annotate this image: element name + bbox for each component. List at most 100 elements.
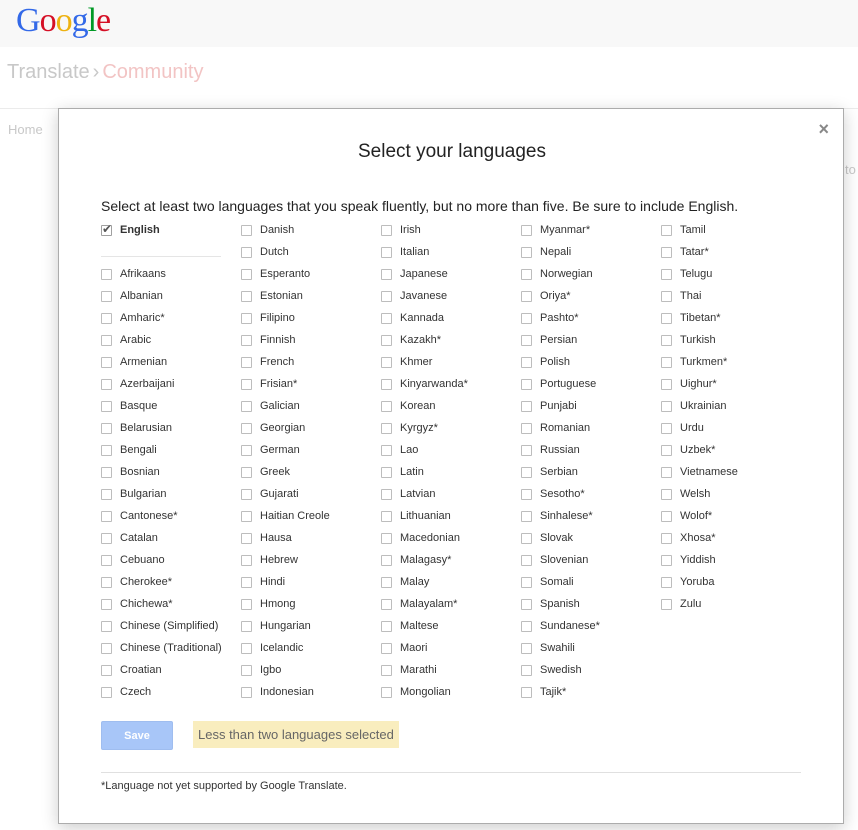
language-checkbox[interactable] [381,532,392,544]
language-checkbox[interactable] [521,312,532,324]
language-option[interactable]: Kazakh* [381,332,441,348]
language-option[interactable]: Irish [381,222,421,238]
language-checkbox[interactable] [101,488,112,500]
language-checkbox[interactable] [101,510,112,522]
language-option[interactable]: Esperanto [241,266,310,282]
language-checkbox[interactable] [521,532,532,544]
language-checkbox[interactable] [241,422,252,434]
close-icon[interactable]: × [818,119,829,140]
language-checkbox[interactable] [241,598,252,610]
language-option[interactable]: Welsh [661,486,710,502]
language-option[interactable]: Turkmen* [661,354,727,370]
language-option[interactable]: Frisian* [241,376,297,392]
language-option[interactable]: Hmong [241,596,295,612]
language-checkbox[interactable] [661,444,672,456]
language-option[interactable]: Oriya* [521,288,571,304]
language-checkbox[interactable] [241,378,252,390]
language-option[interactable]: Tibetan* [661,310,721,326]
language-checkbox[interactable] [661,290,672,302]
language-option[interactable]: Ukrainian [661,398,726,414]
language-option[interactable]: Malayalam* [381,596,457,612]
language-option[interactable]: Persian [521,332,577,348]
language-option[interactable]: German [241,442,300,458]
language-option[interactable]: Nepali [521,244,571,260]
language-checkbox[interactable] [241,268,252,280]
language-option[interactable]: Thai [661,288,701,304]
language-option[interactable]: Lao [381,442,418,458]
language-checkbox[interactable] [101,664,112,676]
language-option[interactable]: Marathi [381,662,437,678]
language-checkbox[interactable] [381,510,392,522]
language-option[interactable]: Spanish [521,596,580,612]
language-option[interactable]: Malay [381,574,429,590]
language-option[interactable]: Polish [521,354,570,370]
language-checkbox[interactable] [101,532,112,544]
language-checkbox[interactable] [381,620,392,632]
language-option[interactable]: Galician [241,398,300,414]
language-option[interactable]: Dutch [241,244,289,260]
language-option[interactable]: Hindi [241,574,285,590]
language-option[interactable]: Urdu [661,420,704,436]
language-option[interactable]: Cherokee* [101,574,172,590]
language-checkbox[interactable] [661,488,672,500]
language-option[interactable]: Bulgarian [101,486,166,502]
language-option[interactable]: Basque [101,398,157,414]
language-checkbox[interactable] [661,576,672,588]
language-option[interactable]: Latvian [381,486,435,502]
language-checkbox[interactable] [521,576,532,588]
language-checkbox[interactable] [521,246,532,258]
language-option[interactable]: Portuguese [521,376,596,392]
language-checkbox[interactable] [521,686,532,698]
language-option[interactable]: Macedonian [381,530,460,546]
language-checkbox[interactable] [241,532,252,544]
language-checkbox[interactable] [381,378,392,390]
language-option[interactable]: Cantonese* [101,508,178,524]
language-option[interactable]: Vietnamese [661,464,738,480]
language-option[interactable]: Tajik* [521,684,566,700]
language-option[interactable]: Slovak [521,530,573,546]
language-checkbox[interactable] [521,290,532,302]
language-checkbox[interactable] [381,268,392,280]
language-option[interactable]: Arabic [101,332,151,348]
language-option[interactable]: Tamil [661,222,706,238]
language-option[interactable]: Czech [101,684,151,700]
language-checkbox[interactable] [101,686,112,698]
language-checkbox[interactable] [241,488,252,500]
language-checkbox[interactable] [101,576,112,588]
language-checkbox[interactable] [521,224,532,236]
language-checkbox[interactable] [101,268,112,280]
language-checkbox[interactable] [101,312,112,324]
language-checkbox[interactable] [101,444,112,456]
language-option[interactable]: Amharic* [101,310,165,326]
language-checkbox[interactable] [381,686,392,698]
language-checkbox[interactable] [661,510,672,522]
language-checkbox[interactable] [101,400,112,412]
language-option[interactable]: Hebrew [241,552,298,568]
language-option[interactable]: Azerbaijani [101,376,174,392]
language-checkbox[interactable] [521,356,532,368]
language-option[interactable]: Belarusian [101,420,172,436]
language-checkbox[interactable] [381,422,392,434]
language-option[interactable]: Romanian [521,420,590,436]
language-option[interactable]: Mongolian [381,684,451,700]
language-checkbox[interactable] [241,642,252,654]
language-checkbox[interactable] [241,224,252,236]
language-checkbox[interactable] [241,664,252,676]
language-option[interactable]: Albanian [101,288,163,304]
language-checkbox[interactable] [521,488,532,500]
language-option[interactable]: Yoruba [661,574,714,590]
language-checkbox[interactable] [101,466,112,478]
language-checkbox[interactable] [521,598,532,610]
language-option[interactable]: Turkish [661,332,716,348]
language-option[interactable]: Norwegian [521,266,593,282]
language-option[interactable]: Sundanese* [521,618,600,634]
language-option[interactable]: Japanese [381,266,448,282]
save-button[interactable]: Save [101,721,173,750]
language-option[interactable]: Icelandic [241,640,303,656]
language-checkbox[interactable] [101,290,112,302]
english-checkbox[interactable] [101,222,112,236]
language-option[interactable]: French [241,354,294,370]
language-checkbox[interactable] [241,576,252,588]
language-option[interactable]: Uzbek* [661,442,715,458]
language-checkbox[interactable] [381,312,392,324]
